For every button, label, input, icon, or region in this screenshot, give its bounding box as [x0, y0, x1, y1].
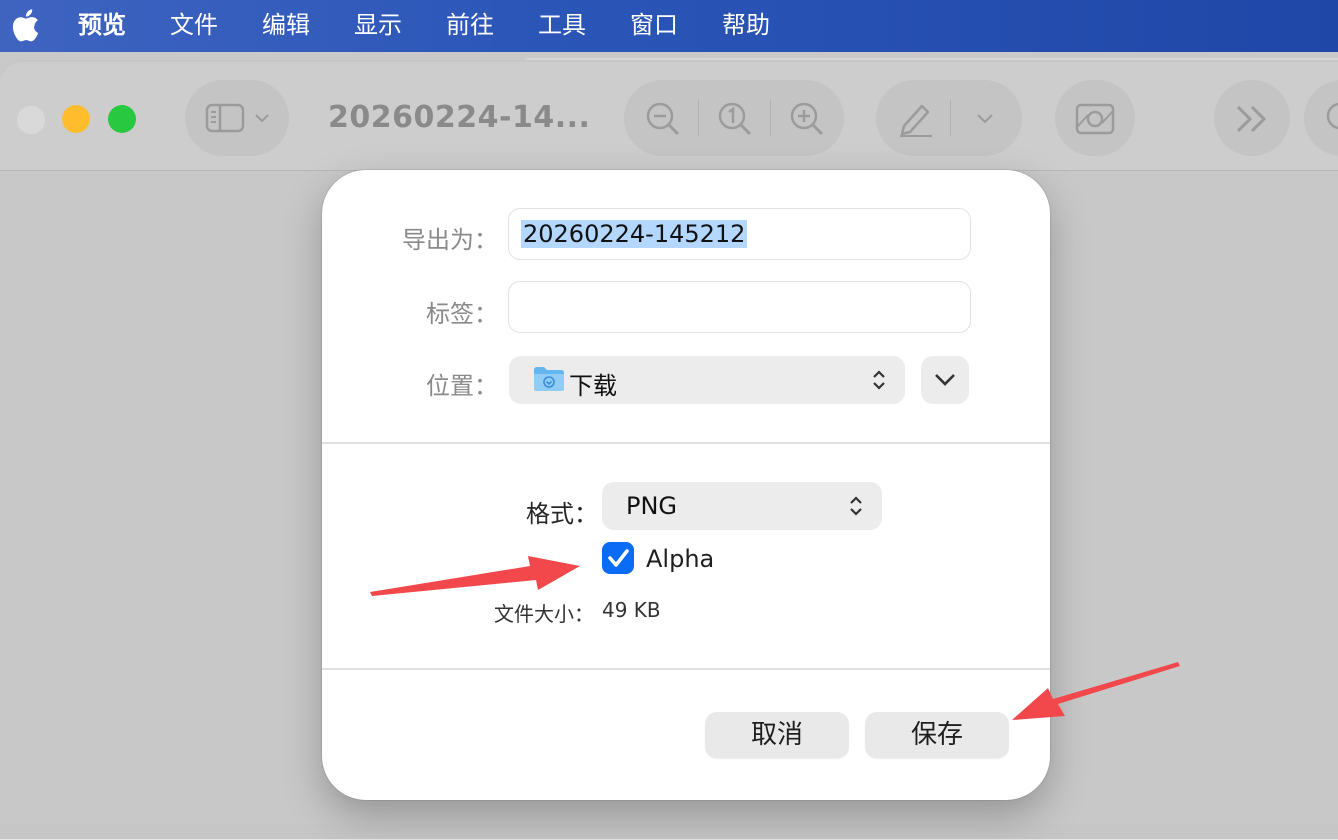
menu-edit[interactable]: 编辑	[262, 10, 310, 40]
section-divider	[322, 442, 1050, 444]
format-popup[interactable]: PNG	[602, 482, 882, 530]
menu-tools[interactable]: 工具	[538, 10, 586, 40]
save-button[interactable]: 保存	[865, 712, 1009, 758]
alpha-checkbox[interactable]	[602, 542, 634, 574]
expand-dialog-button[interactable]	[921, 356, 969, 404]
updown-chevron-icon	[850, 496, 862, 516]
menu-help[interactable]: 帮助	[722, 10, 770, 40]
filesize-label: 文件大小：	[494, 602, 594, 626]
search-icon	[1326, 102, 1338, 130]
export-as-field[interactable]: 20260224-145212	[508, 208, 971, 260]
export-dialog: 导出为： 20260224-145212 标签： 位置： 下载 格式： PNG	[322, 170, 1050, 800]
menu-file[interactable]: 文件	[170, 10, 218, 40]
apple-icon[interactable]	[10, 8, 40, 42]
location-value: 下载	[569, 372, 617, 400]
toolbar-separator	[950, 100, 951, 136]
alpha-label[interactable]: Alpha	[646, 545, 714, 573]
format-label: 格式：	[526, 500, 598, 528]
tags-field[interactable]	[508, 281, 971, 333]
menu-preview[interactable]: 预览	[78, 10, 126, 40]
checkmark-icon	[608, 549, 629, 567]
menu-bar: 预览 文件 编辑 显示 前往 工具 窗口 帮助	[0, 0, 1338, 52]
crop-icon	[1075, 103, 1115, 135]
chevron-down-icon[interactable]	[976, 112, 994, 124]
menu-view[interactable]: 显示	[354, 10, 402, 40]
toolbar-separator	[770, 100, 771, 136]
toolbar-separator	[698, 100, 699, 136]
section-divider	[322, 668, 1050, 670]
zoom-out-icon[interactable]	[644, 100, 682, 138]
folder-icon	[534, 367, 564, 391]
window-title: 20260224-14...	[328, 100, 591, 135]
menu-window[interactable]: 窗口	[630, 10, 678, 40]
zoom-window-button[interactable]	[108, 105, 136, 133]
actual-size-icon[interactable]	[716, 100, 754, 138]
minimize-window-button[interactable]	[62, 105, 90, 133]
location-label: 位置：	[426, 372, 498, 400]
export-as-label: 导出为：	[402, 226, 498, 254]
chevron-down-icon	[935, 374, 955, 386]
export-as-value[interactable]: 20260224-145212	[521, 220, 748, 248]
close-window-button[interactable]	[16, 105, 46, 135]
format-value: PNG	[626, 492, 678, 520]
filesize-value: 49 KB	[602, 598, 661, 622]
tags-label: 标签：	[426, 300, 498, 328]
updown-chevron-icon	[873, 370, 885, 390]
chevron-down-icon	[255, 114, 269, 123]
cancel-button[interactable]: 取消	[705, 712, 849, 758]
zoom-in-icon[interactable]	[788, 100, 826, 138]
markup-pen-icon[interactable]	[896, 98, 936, 138]
location-popup[interactable]: 下载	[509, 356, 905, 404]
menu-go[interactable]: 前往	[446, 10, 494, 40]
more-icon	[1236, 105, 1267, 133]
sidebar-icon	[205, 103, 245, 133]
